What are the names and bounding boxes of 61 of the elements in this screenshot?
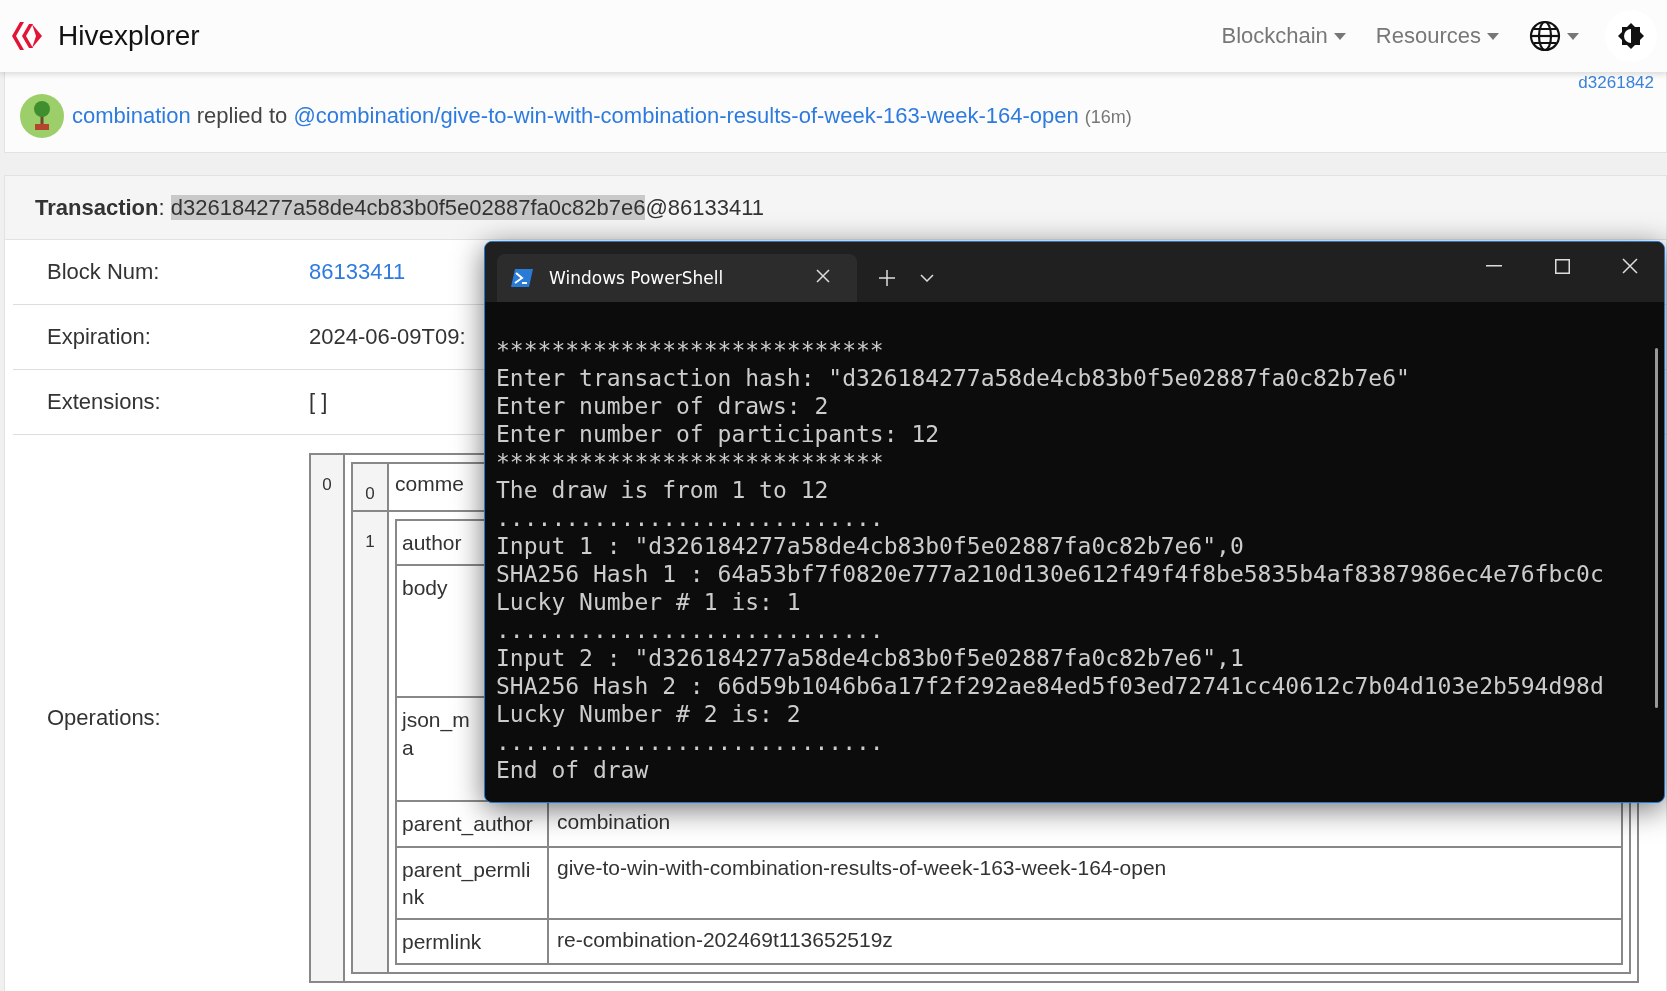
- console-line: Enter number of draws: 2: [496, 393, 829, 419]
- block-link[interactable]: 86133411: [309, 259, 406, 285]
- author-link[interactable]: combination: [72, 103, 191, 128]
- console-line: Lucky Number # 2 is: 2: [496, 701, 801, 727]
- logo-icon: [10, 19, 44, 53]
- param-key: body: [402, 576, 448, 600]
- console-line: ****************************: [496, 449, 884, 475]
- post-link[interactable]: @combination/give-to-win-with-combination-results-of-week-163-week-164-open: [293, 103, 1079, 128]
- index-text: 1: [365, 532, 375, 551]
- nav-menu[interactable]: Blockchain: [1217, 19, 1350, 53]
- feed-entry-text: combination replied to @combination/give-to-win-with-combination-results-of-week-163-week-164-open (16m): [72, 103, 1132, 129]
- field-value: 2024-06-09T09:: [309, 324, 466, 350]
- operation-type: comme: [395, 472, 464, 495]
- tab-title: Windows PowerShell: [549, 268, 725, 288]
- console-line: Input 2 : "d326184277a58de4cb83b0f5e02887fa0c82b7e6",1: [496, 645, 1244, 671]
- avatar: [20, 94, 64, 138]
- param-key: parent_author: [402, 812, 533, 836]
- param-value: give-to-win-with-combination-results-of-week-163-week-164-open: [557, 855, 1167, 879]
- console-line: Enter number of participants: 12: [496, 421, 940, 447]
- param-key: author: [402, 531, 462, 554]
- field-label: Extensions:: [46, 389, 162, 415]
- param-value: re-combination-202469t113652519z: [557, 928, 893, 952]
- field-value: [ ]: [309, 389, 328, 415]
- terminal-tab[interactable]: Windows PowerShell: [497, 254, 857, 302]
- caret-icon: [1487, 32, 1499, 40]
- console-line: ............................: [496, 617, 884, 643]
- transaction-link[interactable]: d3261842: [1578, 73, 1654, 93]
- nav-menu[interactable]: Resources: [1371, 19, 1503, 53]
- console-line: ****************************: [496, 337, 884, 363]
- param-value: combination: [557, 810, 671, 834]
- plus-icon: [879, 270, 895, 286]
- maximize-icon: [1554, 258, 1570, 274]
- caret-icon: [1333, 32, 1346, 40]
- param-key: json_m a: [402, 708, 470, 759]
- scrollbar[interactable]: [1655, 348, 1658, 708]
- contrast-icon: [1617, 22, 1645, 50]
- field-label: Block Num:: [46, 259, 161, 285]
- console-line: SHA256 Hash 2 : 66d59b1046b6a17f2f292ae84ed5f03ed72741cc40612c7b04d103e2b594d98d: [496, 673, 1604, 699]
- close-icon: [1622, 258, 1638, 274]
- console-line: ............................: [496, 505, 884, 531]
- index-text: 0: [322, 475, 332, 494]
- console-line: SHA256 Hash 1 : 64a53bf7f0820e777a210d130e612f49f4f8be5835b4af8387986ec4e76fbc0c: [496, 561, 1604, 587]
- console-line: The draw is from 1 to 12: [496, 477, 829, 503]
- minimize-icon: [1486, 265, 1502, 267]
- console-line: End of draw: [496, 757, 649, 783]
- field-label: Expiration:: [46, 324, 152, 350]
- index-text: 0: [365, 484, 375, 503]
- field-label: Operations:: [46, 705, 162, 732]
- caret-icon: [1567, 32, 1579, 40]
- param-key: permlink: [402, 930, 482, 954]
- console-line: ............................: [496, 729, 884, 755]
- brand-link[interactable]: Hivexplorer: [58, 20, 200, 52]
- powershell-icon: [511, 269, 533, 287]
- console-line: Enter transaction hash: "d326184277a58de4cb83b0f5e02887fa0c82b7e6": [496, 365, 1410, 391]
- chevron-down-icon: [920, 274, 934, 282]
- console-line: Lucky Number # 1 is: 1: [496, 589, 801, 615]
- transaction-heading: Transaction: d326184277a58de4cb83b0f5e02887fa0c82b7e6@86133411: [35, 194, 764, 221]
- close-icon: [816, 269, 830, 283]
- globe-icon: [1529, 20, 1561, 52]
- console-line: Input 1 : "d326184277a58de4cb83b0f5e02887fa0c82b7e6",0: [496, 533, 1244, 559]
- param-key: parent_permlink: [402, 857, 531, 908]
